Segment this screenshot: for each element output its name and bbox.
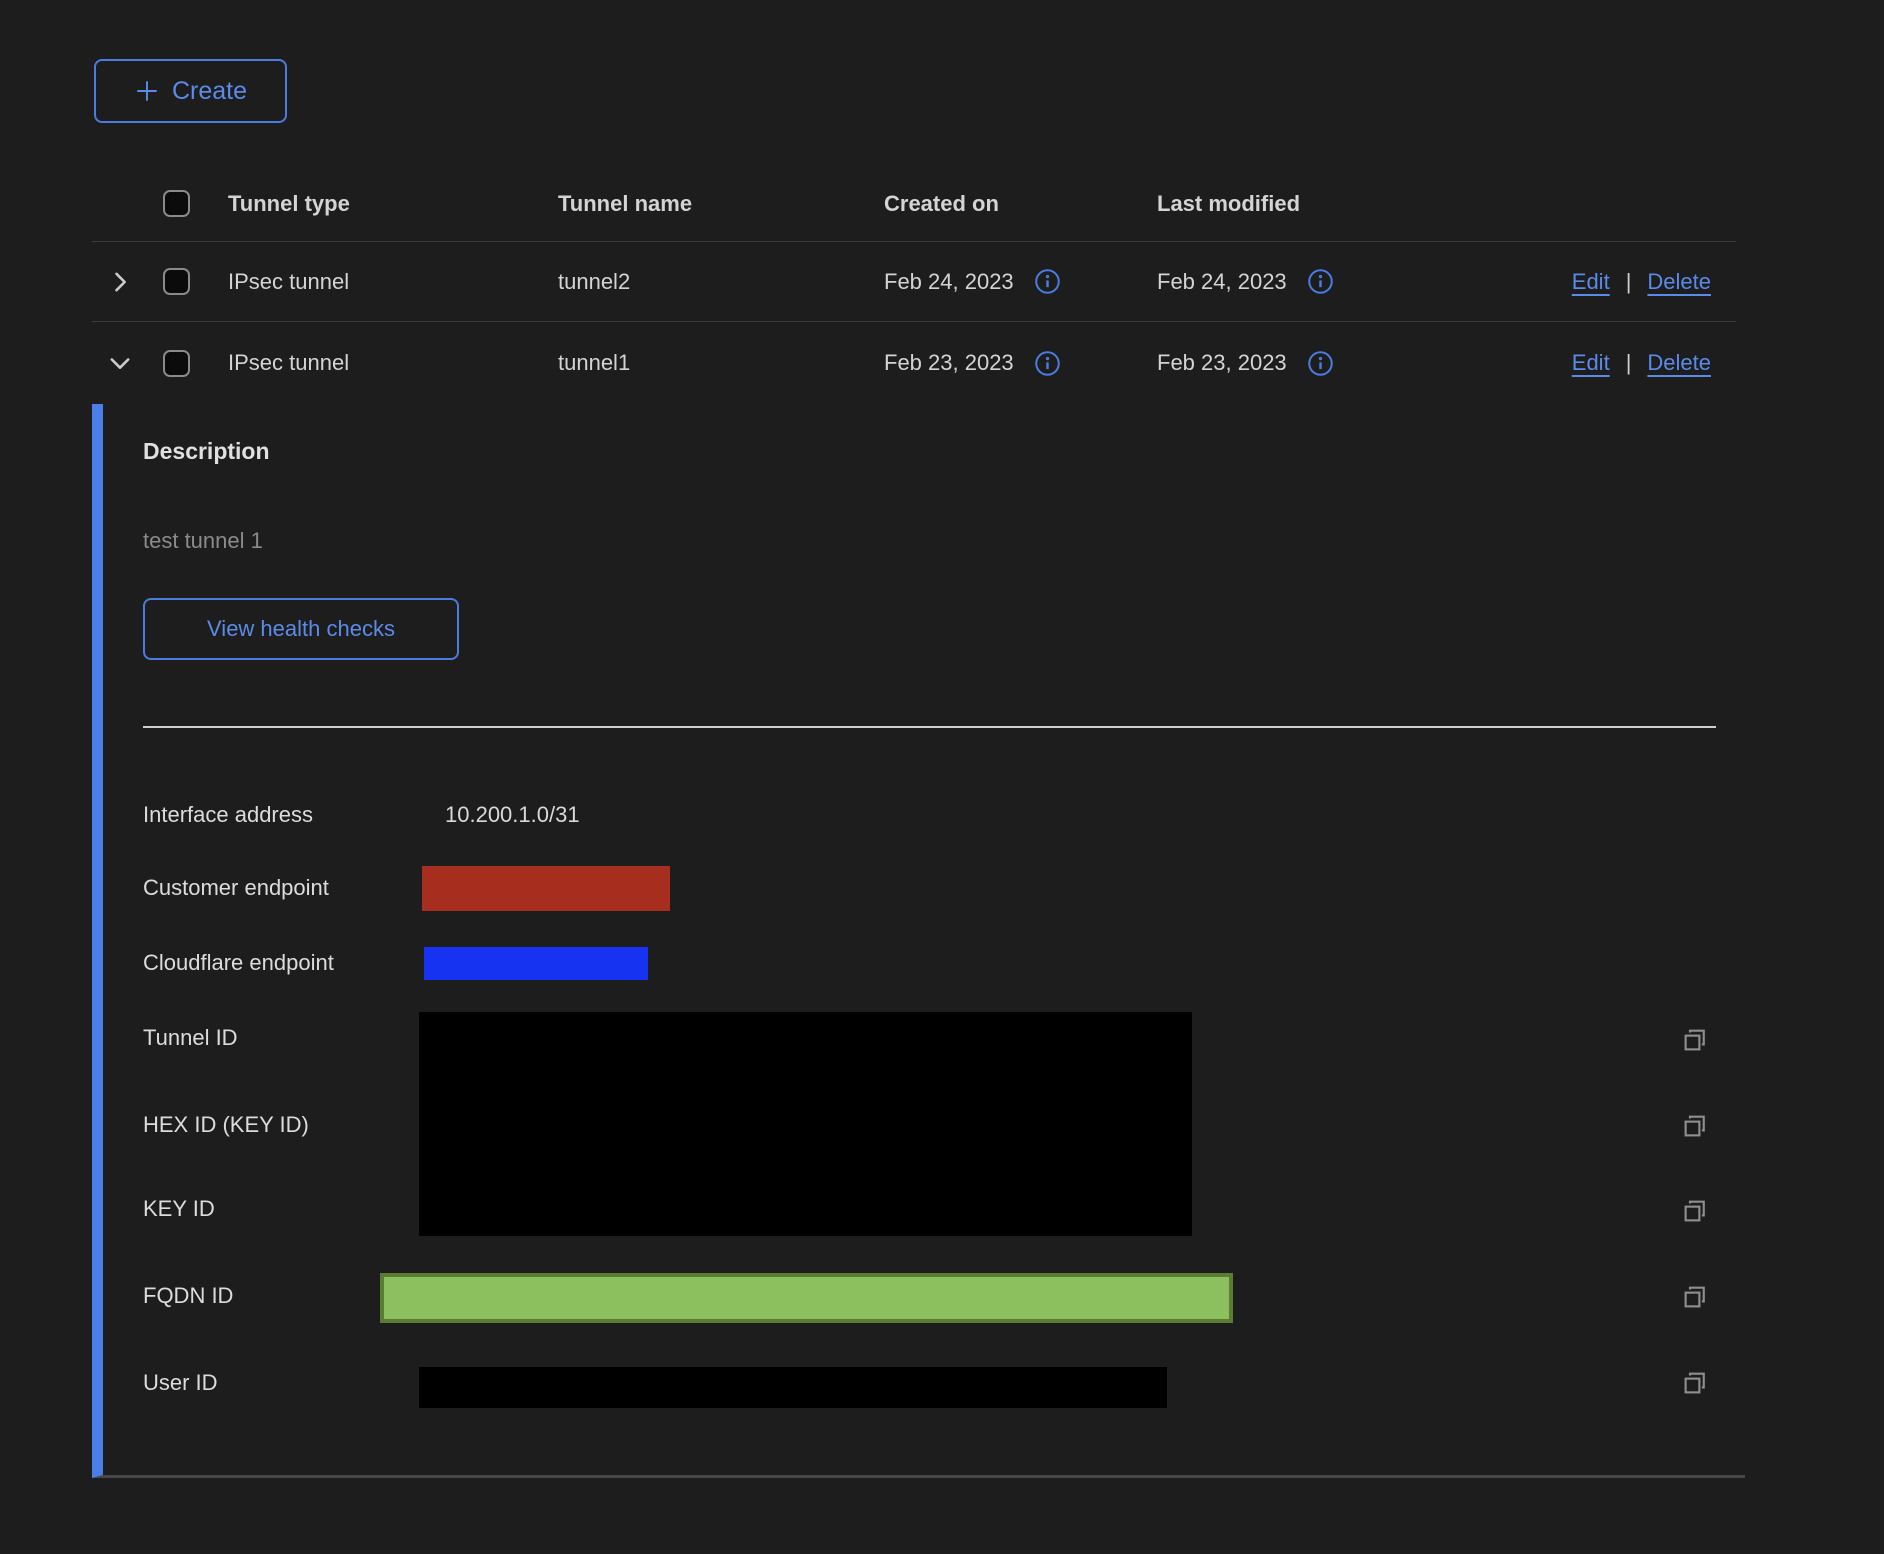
info-icon[interactable]: [1034, 268, 1061, 295]
last-modified-value: Feb 24, 2023: [1157, 269, 1287, 295]
description-value: test tunnel 1: [143, 528, 263, 554]
customer-endpoint-redacted-value: [422, 866, 670, 911]
action-separator: |: [1626, 269, 1632, 295]
copy-icon[interactable]: [1680, 1196, 1710, 1226]
last-modified-value: Feb 23, 2023: [1157, 350, 1287, 376]
row-checkbox[interactable]: [163, 268, 190, 295]
tunnels-page: Create Tunnel type Tunnel name Created o…: [0, 0, 1884, 1554]
header-tunnel-name: Tunnel name: [558, 191, 884, 217]
chevron-down-icon[interactable]: [106, 349, 134, 377]
interface-address-label: Interface address: [143, 802, 313, 828]
action-separator: |: [1626, 350, 1632, 376]
create-button[interactable]: Create: [94, 59, 287, 123]
cloudflare-endpoint-label: Cloudflare endpoint: [143, 950, 334, 976]
header-last-modified: Last modified: [1157, 191, 1477, 217]
table-row: IPsec tunnel tunnel1 Feb 23, 2023 Feb 23…: [92, 322, 1736, 404]
table-row: IPsec tunnel tunnel2 Feb 24, 2023 Feb 24…: [92, 242, 1736, 322]
copy-icon[interactable]: [1680, 1111, 1710, 1141]
tunnel-id-label: Tunnel ID: [143, 1025, 238, 1051]
description-label: Description: [143, 438, 270, 465]
user-id-label: User ID: [143, 1370, 218, 1396]
info-icon[interactable]: [1034, 350, 1061, 377]
copy-icon[interactable]: [1680, 1025, 1710, 1055]
delete-link[interactable]: Delete: [1647, 269, 1711, 295]
section-divider: [143, 726, 1716, 728]
edit-link[interactable]: Edit: [1572, 269, 1610, 295]
hex-id-label: HEX ID (KEY ID): [143, 1112, 309, 1138]
delete-link[interactable]: Delete: [1647, 350, 1711, 376]
tunnel-name-cell: tunnel1: [558, 350, 884, 376]
cloudflare-endpoint-redacted-value: [424, 947, 648, 980]
chevron-right-icon[interactable]: [106, 268, 134, 296]
fqdn-id-label: FQDN ID: [143, 1283, 233, 1309]
copy-icon[interactable]: [1680, 1282, 1710, 1312]
select-all-checkbox[interactable]: [163, 190, 190, 217]
fqdn-id-redacted-value: [380, 1273, 1233, 1323]
key-id-label: KEY ID: [143, 1196, 215, 1222]
edit-link[interactable]: Edit: [1572, 350, 1610, 376]
created-on-value: Feb 24, 2023: [884, 269, 1014, 295]
plus-icon: [134, 78, 160, 104]
info-icon[interactable]: [1307, 268, 1334, 295]
tunnel-detail-panel: Description test tunnel 1 View health ch…: [92, 404, 1745, 1478]
tunnel-name-cell: tunnel2: [558, 269, 884, 295]
view-health-checks-button[interactable]: View health checks: [143, 598, 459, 660]
header-tunnel-type: Tunnel type: [228, 191, 558, 217]
interface-address-value: 10.200.1.0/31: [445, 802, 580, 828]
created-on-value: Feb 23, 2023: [884, 350, 1014, 376]
create-button-label: Create: [172, 77, 247, 106]
table-header: Tunnel type Tunnel name Created on Last …: [92, 166, 1736, 242]
copy-icon[interactable]: [1680, 1368, 1710, 1398]
info-icon[interactable]: [1307, 350, 1334, 377]
view-health-checks-label: View health checks: [207, 616, 395, 642]
tunnel-id-redacted-value: [419, 1012, 1192, 1236]
customer-endpoint-label: Customer endpoint: [143, 875, 329, 901]
tunnel-type-cell: IPsec tunnel: [228, 269, 558, 295]
header-created-on: Created on: [884, 191, 1157, 217]
user-id-redacted-value: [419, 1367, 1167, 1408]
row-checkbox[interactable]: [163, 350, 190, 377]
tunnel-type-cell: IPsec tunnel: [228, 350, 558, 376]
